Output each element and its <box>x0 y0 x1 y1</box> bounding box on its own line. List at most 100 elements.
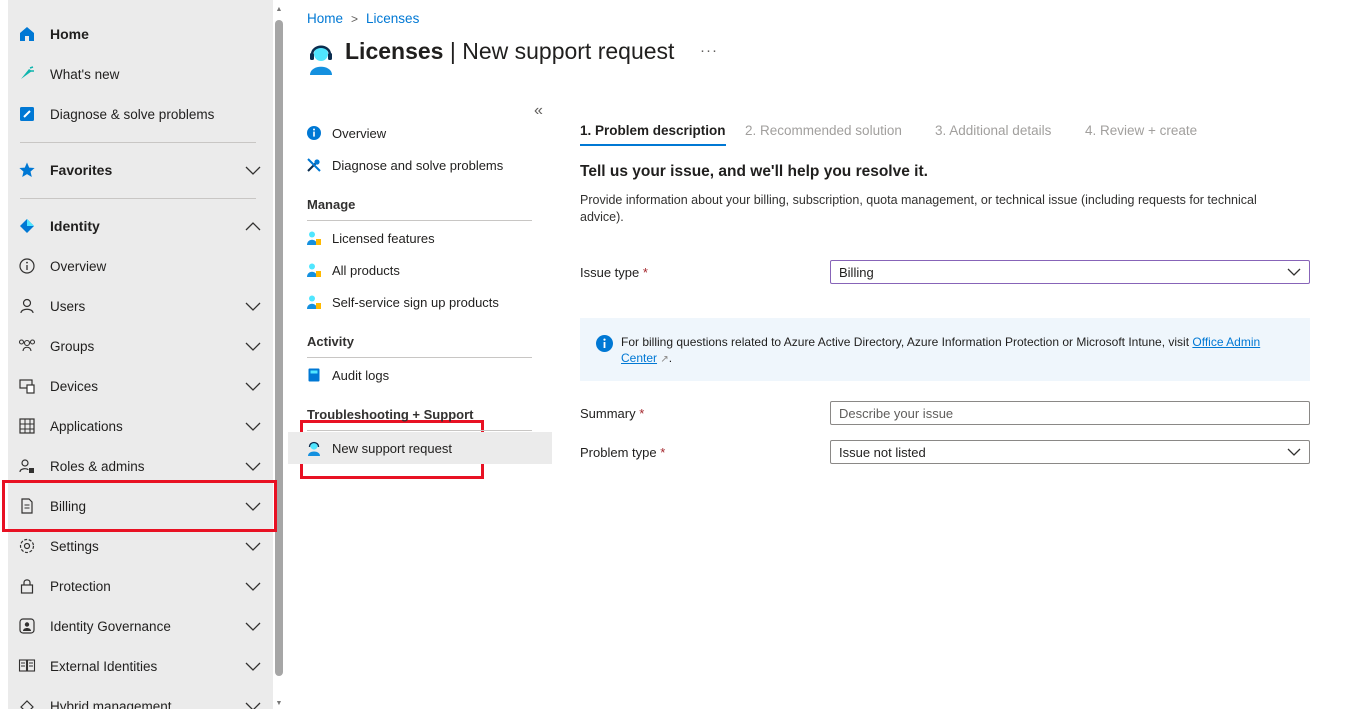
nav-item-label: Protection <box>50 578 111 594</box>
settings-icon <box>18 537 36 555</box>
nav-item-label: Home <box>50 26 89 42</box>
menu-item-label: Audit logs <box>332 367 390 383</box>
nav-item-home[interactable]: Home <box>8 14 273 54</box>
nav-item-label: Devices <box>50 378 99 394</box>
page-title-subtitle: | New support request <box>449 38 675 64</box>
nav-item-groups[interactable]: Groups <box>8 326 273 366</box>
nav-divider <box>20 142 256 143</box>
menu-item-licensed-features[interactable]: Licensed features <box>298 222 543 254</box>
breadcrumb-licenses[interactable]: Licenses <box>366 11 419 26</box>
summary-label: Summary * <box>580 406 644 421</box>
menu-section-divider <box>307 430 532 431</box>
external-link-icon: ↗ <box>660 353 669 365</box>
scroll-up-arrow[interactable]: ▲ <box>275 6 283 14</box>
nav-item-label: Users <box>50 298 86 314</box>
nav-item-settings[interactable]: Settings <box>8 526 273 566</box>
user-icon <box>18 297 36 315</box>
chevron-down-icon[interactable] <box>244 660 262 672</box>
breadcrumb-chevron-icon: > <box>351 11 359 26</box>
billing-highlight-box <box>2 480 277 532</box>
nav-item-users[interactable]: Users <box>8 286 273 326</box>
menu-item-overview[interactable]: Overview <box>298 117 543 149</box>
nav-item-identity[interactable]: Identity <box>8 206 273 246</box>
nav-item-label: Identity Governance <box>50 618 171 634</box>
nav-item-label: Settings <box>50 538 99 554</box>
nav-item-label: Roles & admins <box>50 458 145 474</box>
issue-type-value: Billing <box>839 265 874 280</box>
menu-item-audit-logs[interactable]: Audit logs <box>298 359 543 391</box>
problem-type-dropdown[interactable]: Issue not listed <box>830 440 1310 464</box>
nav-item-protection[interactable]: Protection <box>8 566 273 606</box>
breadcrumb-home[interactable]: Home <box>307 11 343 26</box>
nav-item-hybrid-management[interactable]: Hybrid management <box>8 686 273 709</box>
nav-item-label: Hybrid management <box>50 698 172 709</box>
chevron-down-icon[interactable] <box>244 340 262 352</box>
nav-item-label: What's new <box>50 66 120 82</box>
info-circle-icon <box>306 125 322 141</box>
nav-item-label: Favorites <box>50 162 113 178</box>
whats-new-icon <box>18 65 36 83</box>
menu-item-self-service-sign-up-products[interactable]: Self-service sign up products <box>298 286 543 318</box>
nav-item-label: Identity <box>50 218 100 234</box>
menu-section-divider <box>307 220 532 221</box>
diagnose-icon <box>18 105 36 123</box>
nav-item-devices[interactable]: Devices <box>8 366 273 406</box>
license-icon <box>306 230 322 246</box>
chevron-down-icon <box>1287 268 1301 276</box>
chevron-down-icon[interactable] <box>244 580 262 592</box>
problem-type-label-text: Problem type <box>580 445 657 460</box>
chevron-down-icon <box>1287 448 1301 456</box>
page-title-resource: Licenses <box>345 38 444 64</box>
chevron-down-icon[interactable] <box>244 620 262 632</box>
license-icon <box>306 294 322 310</box>
chevron-down-icon[interactable] <box>244 540 262 552</box>
wizard-step-4[interactable]: 4. Review + create <box>1085 123 1197 138</box>
license-icon <box>306 262 322 278</box>
wizard-step-1[interactable]: 1. Problem description <box>580 123 726 146</box>
chevron-down-icon[interactable] <box>244 380 262 392</box>
menu-item-diagnose-and-solve-problems[interactable]: Diagnose and solve problems <box>298 149 543 181</box>
menu-item-label: Diagnose and solve problems <box>332 157 504 173</box>
menu-item-label: Self-service sign up products <box>332 294 499 310</box>
menu-item-all-products[interactable]: All products <box>298 254 543 286</box>
external-identities-icon <box>18 657 36 675</box>
nav-item-diagnose-solve-problems[interactable]: Diagnose & solve problems <box>8 94 273 134</box>
menu-section-divider <box>307 357 532 358</box>
summary-input[interactable]: Describe your issue <box>830 401 1310 425</box>
nav-item-label: Overview <box>50 258 107 274</box>
menu-item-label: All products <box>332 262 400 278</box>
nav-item-applications[interactable]: Applications <box>8 406 273 446</box>
form-description: Provide information about your billing, … <box>580 193 1257 224</box>
more-options-button[interactable]: ··· <box>700 42 718 59</box>
chevron-down-icon[interactable] <box>244 164 262 176</box>
star-icon <box>18 161 36 179</box>
support-agent-icon <box>306 42 336 76</box>
info-text-end: . <box>668 350 673 365</box>
support-agent-icon <box>306 440 322 456</box>
nav-item-label: Applications <box>50 418 123 434</box>
nav-item-identity-governance[interactable]: Identity Governance <box>8 606 273 646</box>
nav-item-external-identities[interactable]: External Identities <box>8 646 273 686</box>
issue-type-dropdown[interactable]: Billing <box>830 260 1310 284</box>
wizard-step-3[interactable]: 3. Additional details <box>935 123 1051 138</box>
chevron-down-icon[interactable] <box>244 420 262 432</box>
required-marker: * <box>642 265 648 280</box>
chevron-down-icon[interactable] <box>244 700 262 709</box>
nav-item-favorites[interactable]: Favorites <box>8 150 273 190</box>
chevron-up-icon[interactable] <box>244 220 262 232</box>
problem-type-label: Problem type * <box>580 445 665 460</box>
nav-item-label: Groups <box>50 338 95 354</box>
wizard-step-2[interactable]: 2. Recommended solution <box>745 123 902 138</box>
nav-item-what-s-new[interactable]: What's new <box>8 54 273 94</box>
left-nav-scrollbar[interactable] <box>275 20 283 676</box>
info-icon <box>596 335 613 352</box>
chevron-down-icon[interactable] <box>244 460 262 472</box>
nav-item-overview[interactable]: Overview <box>8 246 273 286</box>
chevron-down-icon[interactable] <box>244 300 262 312</box>
summary-label-text: Summary <box>580 406 636 421</box>
scroll-down-arrow[interactable]: ▼ <box>275 700 283 708</box>
info-text-body: For billing questions related to Azure A… <box>621 335 1190 349</box>
nav-item-label: Diagnose & solve problems <box>50 106 215 122</box>
menu-item-new-support-request[interactable]: New support request <box>288 432 552 464</box>
nav-divider <box>20 198 256 199</box>
